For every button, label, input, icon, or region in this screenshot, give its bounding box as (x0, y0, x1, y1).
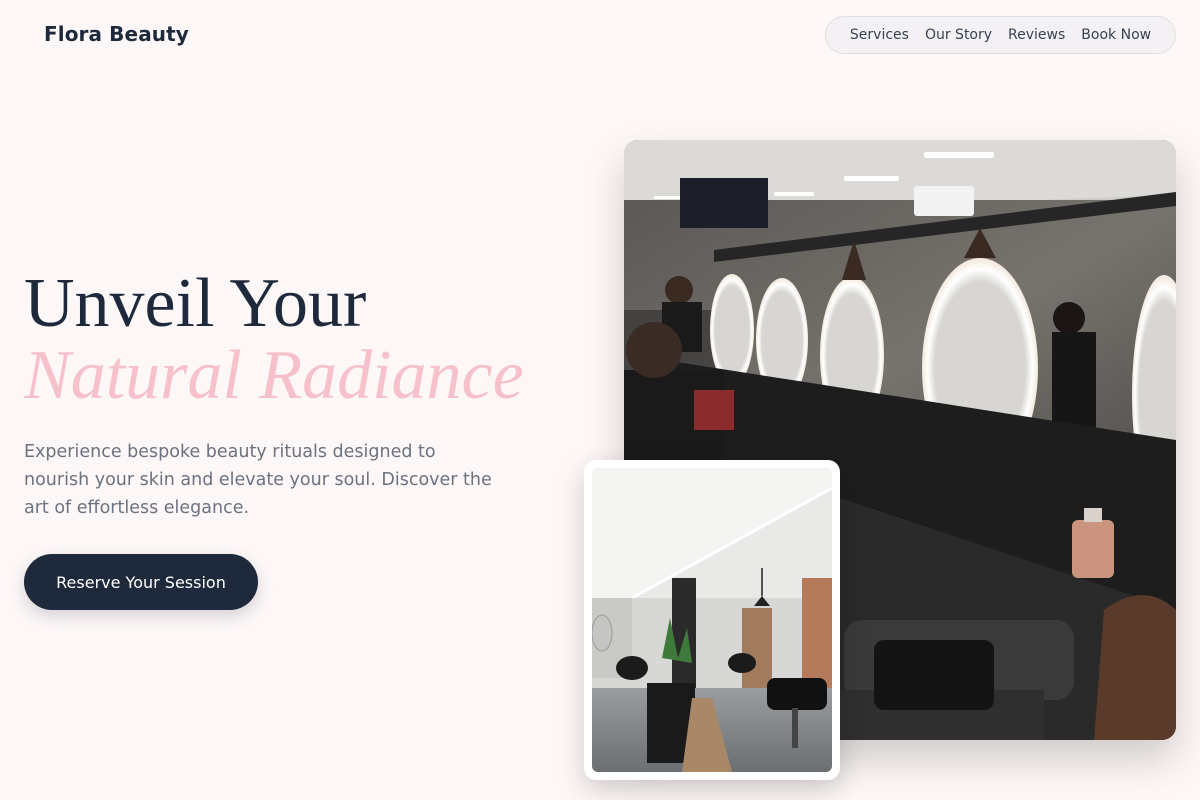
hero-title: Unveil Your Natural Radiance (24, 268, 524, 412)
hero-title-line2: Natural Radiance (24, 337, 524, 414)
nav-item-our-story[interactable]: Our Story (925, 27, 992, 43)
hero-description: Experience bespoke beauty rituals design… (24, 442, 492, 518)
nav-item-book-now[interactable]: Book Now (1081, 27, 1151, 43)
nav-item-services[interactable]: Services (850, 27, 909, 43)
salon-secondary-illustration (592, 468, 832, 772)
salon-secondary-image (592, 468, 832, 772)
hero-title-line1: Unveil Your (24, 265, 367, 342)
reserve-session-button[interactable]: Reserve Your Session (24, 554, 258, 610)
salon-secondary-frame (584, 460, 840, 780)
brand-logo[interactable]: Flora Beauty (44, 22, 189, 46)
main-nav: Services Our Story Reviews Book Now (825, 16, 1176, 54)
nav-item-reviews[interactable]: Reviews (1008, 27, 1065, 43)
